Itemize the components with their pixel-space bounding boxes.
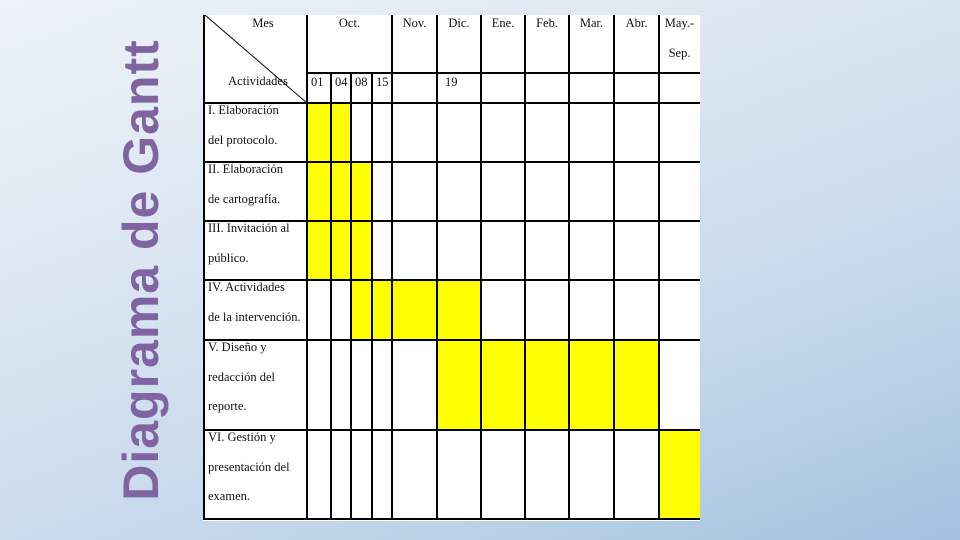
activity-label: reporte. — [208, 399, 247, 413]
gantt-bar-cell — [307, 221, 331, 280]
grid-line-vertical — [350, 73, 352, 520]
activity-label: VI. Gestión y — [208, 430, 276, 444]
gantt-table: Mes Actividades Oct. 01 04 08 15 Nov. Dic. 19 Ene.… — [203, 15, 700, 521]
gantt-bar-cell — [351, 221, 372, 280]
month-label: Feb. — [536, 16, 558, 30]
month-label: Sep. — [668, 46, 691, 60]
header-corner-actividades: Actividades — [228, 74, 288, 88]
activity-label: presentación del — [208, 459, 290, 474]
grid-line-vertical — [436, 15, 438, 520]
gantt-bar-cell — [351, 162, 372, 221]
grid-line-horizontal — [307, 72, 700, 74]
grid-line-vertical — [658, 15, 660, 520]
activity-label: II. Elaboración — [208, 162, 283, 176]
grid-line-horizontal — [203, 339, 700, 341]
grid-line-horizontal — [203, 429, 700, 431]
gantt-bar-cell — [331, 103, 351, 162]
activity-label: de la intervención. — [208, 309, 301, 324]
activity-label: de cartografía. — [208, 191, 281, 206]
month-label: Dic. — [448, 16, 470, 30]
sub-date-label: 19 — [445, 75, 458, 89]
gantt-bar-cell — [331, 162, 351, 221]
activity-label: IV. Actividades — [208, 280, 285, 294]
month-label: Mar. — [579, 16, 604, 30]
sub-date-label: 15 — [376, 75, 389, 89]
activity-label: público. — [208, 250, 249, 265]
month-label: Nov. — [402, 16, 427, 30]
grid-line-vertical — [480, 15, 482, 520]
header-corner-mes: Mes — [252, 16, 274, 30]
activity-label: III. Invitación al — [208, 221, 290, 235]
gantt-bar-cell — [659, 430, 700, 519]
sub-date-label: 08 — [355, 75, 368, 89]
gantt-bar-cell — [307, 162, 331, 221]
activity-label: V. Diseño y — [208, 340, 267, 354]
gantt-bar-cell — [307, 103, 331, 162]
month-label: Abr. — [625, 16, 648, 30]
gantt-bar-cell — [481, 340, 525, 430]
activity-label: examen. — [208, 489, 250, 503]
gantt-bar-cell — [569, 340, 614, 430]
month-label: Ene. — [491, 16, 515, 30]
gantt-bar-cell — [525, 340, 569, 430]
slide-title: Diagrama de Gantt — [113, 39, 169, 501]
gantt-bar-cell — [437, 340, 481, 430]
gantt-bar-cell — [331, 221, 351, 280]
grid-line-vertical — [330, 73, 332, 520]
grid-line-vertical — [371, 73, 373, 520]
gantt-bar-cell — [614, 340, 659, 430]
gantt-bar-cell — [437, 280, 481, 340]
gantt-bar-cell — [392, 280, 437, 340]
grid-line-vertical — [524, 15, 526, 520]
sub-date-label: 04 — [335, 75, 348, 89]
month-label: Oct. — [338, 16, 361, 30]
grid-line-vertical — [568, 15, 570, 520]
gantt-bar-cell — [372, 280, 392, 340]
activity-label: del protocolo. — [208, 132, 278, 147]
activity-label: I. Elaboración — [208, 103, 279, 117]
activity-label: redacción del — [208, 369, 275, 384]
grid-line-vertical — [391, 15, 393, 520]
sub-date-label: 01 — [311, 75, 324, 89]
grid-line-vertical — [613, 15, 615, 520]
gantt-bar-cell — [351, 280, 372, 340]
grid-line-horizontal — [203, 518, 700, 520]
month-label: May.- — [664, 16, 695, 30]
